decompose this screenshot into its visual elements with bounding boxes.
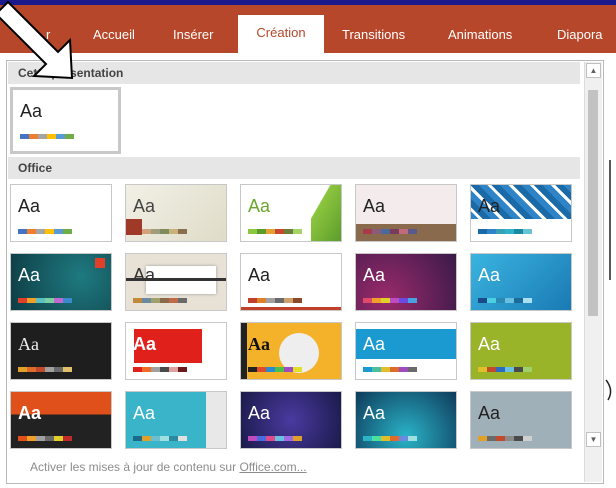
theme-thumb-ion-green[interactable]: Aa	[240, 184, 342, 242]
theme-thumb-facette[interactable]: Aa	[125, 184, 227, 242]
theme-sample-text: Aa	[18, 196, 41, 216]
theme-decoration	[206, 392, 226, 448]
theme-thumb-office[interactable]: Aa	[10, 184, 112, 242]
theme-sample-text: Aa	[18, 334, 39, 354]
scroll-up-icon[interactable]: ▲	[586, 63, 601, 78]
theme-thumb-current[interactable]: Aa	[10, 87, 121, 154]
theme-decoration	[311, 185, 341, 241]
arrow-pointer-annotation	[0, 0, 74, 80]
theme-sample-text: Aa	[248, 196, 271, 216]
theme-thumb-vapor[interactable]: Aa	[10, 322, 112, 380]
tab-transitions[interactable]: Transitions	[342, 27, 405, 42]
theme-thumb-slice[interactable]: Aa	[125, 391, 227, 449]
theme-sample-text: Aa	[478, 334, 501, 354]
window-edge-decoration	[605, 160, 612, 401]
theme-thumb-pattern[interactable]: Aa	[470, 184, 572, 242]
theme-thumb-celestial[interactable]: Aa	[470, 253, 572, 311]
theme-thumb-organic[interactable]: Aa	[240, 253, 342, 311]
theme-sample-text: Aa	[363, 196, 386, 216]
theme-thumb-badge[interactable]: Aa	[240, 322, 342, 380]
theme-sample-text: Aa	[363, 265, 386, 285]
theme-sample-text: Aa	[18, 403, 42, 423]
color-swatches	[20, 134, 74, 139]
theme-sample-text: Aa	[133, 403, 156, 423]
theme-thumb-circuit[interactable]: Aa	[355, 391, 457, 449]
theme-thumb-parallax[interactable]: Aa	[10, 391, 112, 449]
office-com-update-link[interactable]: Activer les mises à jour de contenu sur …	[30, 460, 307, 474]
theme-thumb-mesh[interactable]: Aa	[240, 391, 342, 449]
theme-thumb-ion-teal[interactable]: Aa	[10, 253, 112, 311]
theme-sample-text: Aa	[363, 403, 386, 423]
theme-gallery: Cette présentation Aa Office Aa Aa Aa Aa…	[6, 60, 604, 484]
theme-sample-text: Aa	[478, 265, 501, 285]
footer-link-text[interactable]: Office.com...	[239, 460, 306, 474]
theme-sample-text: Aa	[133, 334, 157, 354]
theme-thumb-red-block[interactable]: Aa	[125, 322, 227, 380]
footer-text: Activer les mises à jour de contenu sur	[30, 460, 240, 474]
theme-decoration	[241, 323, 247, 379]
gallery-scrollbar[interactable]: ▲ ▼	[584, 62, 602, 482]
theme-thumb-wood[interactable]: Aa	[355, 184, 457, 242]
scroll-down-icon[interactable]: ▼	[586, 432, 601, 447]
theme-thumb-berlin[interactable]: Aa	[355, 253, 457, 311]
tab-creation[interactable]: Création	[238, 15, 324, 58]
theme-thumb-green[interactable]: Aa	[470, 322, 572, 380]
tab-inserer[interactable]: Insérer	[173, 27, 213, 42]
theme-sample-text: Aa	[248, 403, 271, 423]
tab-diaporama[interactable]: Diapora	[557, 27, 603, 42]
section-header-current: Cette présentation	[8, 62, 580, 84]
tab-accueil[interactable]: Accueil	[93, 27, 135, 42]
theme-thumb-retrospect[interactable]: Aa	[125, 253, 227, 311]
scrollbar-thumb[interactable]	[588, 90, 598, 316]
theme-sample-text: Aa	[248, 334, 270, 354]
theme-sample-text: Aa	[478, 403, 501, 423]
theme-sample-text: Aa	[133, 196, 156, 216]
theme-sample-text: Aa	[363, 334, 386, 354]
section-header-office: Office	[8, 157, 580, 179]
theme-thumb-dividend[interactable]: Aa	[355, 322, 457, 380]
theme-sample-text: Aa	[478, 196, 501, 216]
theme-sample-text: Aa	[18, 265, 41, 285]
theme-sample-text: Aa	[133, 265, 156, 285]
theme-decoration	[95, 258, 105, 268]
tab-animations[interactable]: Animations	[448, 27, 512, 42]
theme-thumb-gallery[interactable]: Aa	[470, 391, 572, 449]
theme-sample-text: Aa	[20, 101, 43, 121]
theme-decoration	[241, 307, 341, 310]
theme-sample-text: Aa	[248, 265, 271, 285]
ribbon-tabs: r Accueil Insérer Création Transitions A…	[0, 5, 616, 58]
